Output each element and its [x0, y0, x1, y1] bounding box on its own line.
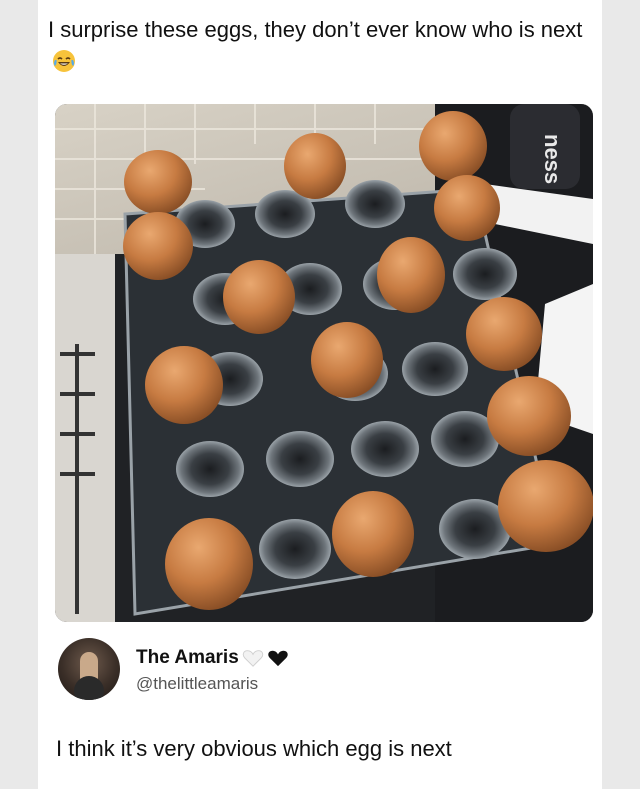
egg — [165, 518, 253, 610]
egg — [311, 322, 383, 398]
bottle-label: ness — [540, 134, 565, 184]
egg-carton-photo[interactable]: ness — [55, 104, 593, 622]
user-handle[interactable]: @thelittleamaris — [136, 674, 258, 694]
egg — [123, 212, 193, 280]
egg — [124, 150, 192, 214]
egg — [332, 491, 414, 577]
egg — [223, 260, 295, 334]
display-name[interactable]: The Amaris — [136, 647, 239, 669]
photo-scene: ness — [55, 104, 593, 622]
egg — [466, 297, 542, 371]
avatar-phone — [74, 676, 104, 700]
post-text: I surprise these eggs, they don’t ever k… — [48, 17, 583, 42]
egg — [145, 346, 223, 424]
white-heart-icon — [242, 650, 263, 667]
reply-header: The Amaris @thelittleamaris — [58, 638, 578, 708]
egg — [498, 460, 593, 552]
right-margin — [602, 0, 640, 789]
reply-text: I think it’s very obvious which egg is n… — [56, 736, 452, 761]
egg — [434, 175, 500, 241]
stovetop-edge — [55, 254, 115, 622]
name-row: The Amaris — [136, 646, 289, 670]
egg — [284, 133, 346, 199]
egg — [487, 376, 571, 456]
post-text-block: I surprise these eggs, they don’t ever k… — [48, 14, 588, 78]
egg — [377, 237, 445, 313]
avatar[interactable] — [58, 638, 120, 700]
post-card: I surprise these eggs, they don’t ever k… — [38, 0, 602, 789]
left-margin — [0, 0, 38, 789]
egg — [419, 111, 487, 181]
laughing-crying-emoji-icon — [53, 50, 75, 72]
black-heart-icon — [268, 650, 288, 667]
